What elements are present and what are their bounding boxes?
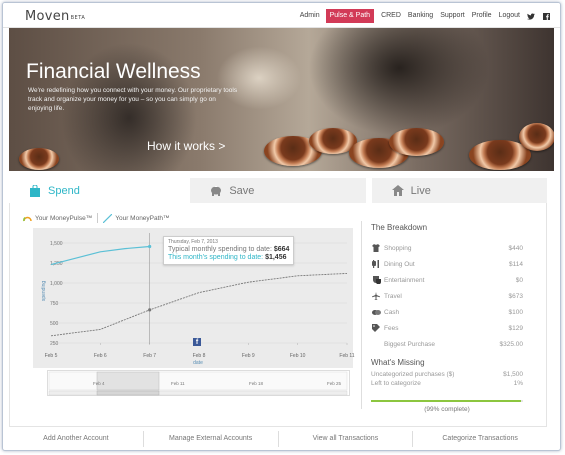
shirt-icon (371, 244, 381, 252)
left-to-categorize-label: Left to categorize (371, 380, 421, 387)
breakdown-row-entertainment[interactable]: Entertainment $0 (371, 272, 523, 288)
beta-badge: BETA (70, 15, 86, 21)
tooltip-typical-label: Typical monthly spending to date: (168, 246, 272, 253)
categorize-transactions-link[interactable]: Categorize Transactions (413, 431, 547, 447)
categorize-progress-bar (371, 400, 523, 402)
breakdown-value: $114 (509, 260, 523, 268)
breakdown-row-cash[interactable]: Cash $100 (371, 304, 523, 320)
breakdown-row-travel[interactable]: Travel $673 (371, 288, 523, 304)
cash-icon (371, 309, 381, 316)
house-icon (391, 185, 404, 197)
uncategorized-value: $1,500 (503, 371, 523, 378)
facebook-event-icon[interactable]: f (193, 338, 201, 346)
breakdown-label: Cash (384, 308, 400, 316)
nav-banking[interactable]: Banking (408, 9, 433, 23)
tooltip-typical: Typical monthly spending to date: $664 (168, 246, 289, 254)
left-to-categorize-value: 1% (513, 380, 523, 387)
money-pulse-toggle[interactable]: Your MoneyPulse™ (23, 214, 92, 223)
nav-admin[interactable]: Admin (300, 9, 320, 23)
app-window: MovenBETA Admin Pulse & Path CRED Bankin… (2, 2, 561, 451)
breakdown-value: $129 (508, 324, 523, 332)
hero-banner: Financial Wellness We're redefining how … (9, 28, 554, 171)
tab-label: Live (410, 184, 431, 197)
tab-spend[interactable]: Spend (9, 178, 185, 203)
money-pulse-label: Your MoneyPulse™ (35, 214, 93, 222)
breakdown-label: Fees (384, 324, 399, 332)
coffee-cup-image (19, 148, 59, 170)
breakdown-row-dining[interactable]: Dining Out $114 (371, 256, 523, 272)
breakdown-row-fees[interactable]: Fees $129 (371, 320, 523, 336)
breakdown-label: Travel (384, 292, 402, 300)
uncategorized-row: Uncategorized purchases ($) $1,500 (371, 371, 523, 380)
uncategorized-label: Uncategorized purchases ($) (371, 371, 455, 378)
section-tabs: Spend Save Live (9, 178, 547, 203)
breakdown-label: Entertainment (384, 276, 425, 284)
mode-separator (97, 213, 99, 223)
breakdown-value: $673 (508, 292, 523, 300)
moven-logo[interactable]: MovenBETA (25, 9, 85, 24)
how-it-works-link[interactable]: How it works > (147, 139, 225, 153)
breakdown-value: $0 (515, 276, 523, 284)
twitter-icon[interactable] (527, 12, 535, 20)
money-path-label: Your MoneyPath™ (115, 214, 170, 222)
hero-subtitle: We're redefining how you connect with yo… (28, 87, 238, 112)
tooltip-month: This month's spending to date: $1,456 (168, 254, 289, 262)
trend-line-icon (102, 213, 113, 223)
cutlery-icon (371, 260, 381, 268)
hero-title: Financial Wellness (26, 60, 201, 83)
footer-actions: Add Another Account Manage External Acco… (9, 431, 547, 447)
tab-save[interactable]: Save (190, 178, 366, 203)
nav-pulse-path[interactable]: Pulse & Path (325, 9, 375, 23)
categorize-progress-fill (371, 400, 522, 402)
breakdown-title: The Breakdown (371, 223, 428, 232)
gauge-icon (23, 214, 32, 223)
chart-range-navigator[interactable] (47, 370, 350, 396)
piggy-bank-icon (210, 185, 222, 197)
fees-icon (371, 324, 381, 332)
tab-label: Spend (48, 184, 80, 197)
tab-live[interactable]: Live (371, 178, 547, 203)
logo-text: Moven (25, 9, 70, 24)
chart-tooltip: Thursday, Feb 7, 2013 Typical monthly sp… (163, 236, 295, 265)
nav-support[interactable]: Support (440, 9, 465, 23)
breakdown-panel: The Breakdown Shopping $440 Dining Out $… (371, 223, 523, 413)
left-to-categorize-row: Left to categorize 1% (371, 380, 523, 389)
money-path-toggle[interactable]: Your MoneyPath™ (102, 213, 170, 223)
facebook-icon[interactable] (542, 12, 550, 20)
top-navigation-bar: MovenBETA Admin Pulse & Path CRED Bankin… (3, 3, 560, 28)
biggest-purchase-value: $325.00 (499, 340, 524, 348)
breakdown-row-shopping[interactable]: Shopping $440 (371, 240, 523, 256)
breakdown-row-biggest: Biggest Purchase $325.00 (371, 336, 523, 352)
tooltip-date: Thursday, Feb 7, 2013 (168, 239, 218, 245)
coffee-cup-image (519, 123, 554, 151)
nav-cred[interactable]: CRED (381, 9, 401, 23)
panel-divider (361, 221, 362, 409)
tooltip-typical-value: $664 (273, 246, 290, 253)
add-account-link[interactable]: Add Another Account (9, 431, 144, 447)
coffee-cup-image (389, 128, 444, 156)
tab-label: Save (229, 184, 255, 197)
breakdown-label: Dining Out (384, 260, 415, 268)
breakdown-value: $440 (508, 244, 523, 252)
categorize-progress-label: (99% complete) (424, 406, 470, 413)
chart-mode-toggle: Your MoneyPulse™ Your MoneyPath™ (23, 213, 170, 223)
breakdown-value: $100 (508, 308, 523, 316)
tooltip-month-value: $1,456 (265, 254, 287, 261)
theater-icon (371, 276, 381, 284)
tooltip-month-label: This month's spending to date: (168, 254, 264, 261)
manage-external-accounts-link[interactable]: Manage External Accounts (144, 431, 279, 447)
whats-missing-title: What's Missing (371, 358, 425, 367)
shopping-bag-icon (29, 184, 41, 197)
nav-profile[interactable]: Profile (472, 9, 492, 23)
view-transactions-link[interactable]: View all Transactions (279, 431, 414, 447)
breakdown-label: Shopping (384, 244, 412, 252)
biggest-purchase-label: Biggest Purchase (384, 340, 435, 348)
nav-logout[interactable]: Logout (499, 9, 520, 23)
main-nav: Admin Pulse & Path CRED Banking Support … (293, 9, 550, 23)
airplane-icon (371, 292, 381, 300)
